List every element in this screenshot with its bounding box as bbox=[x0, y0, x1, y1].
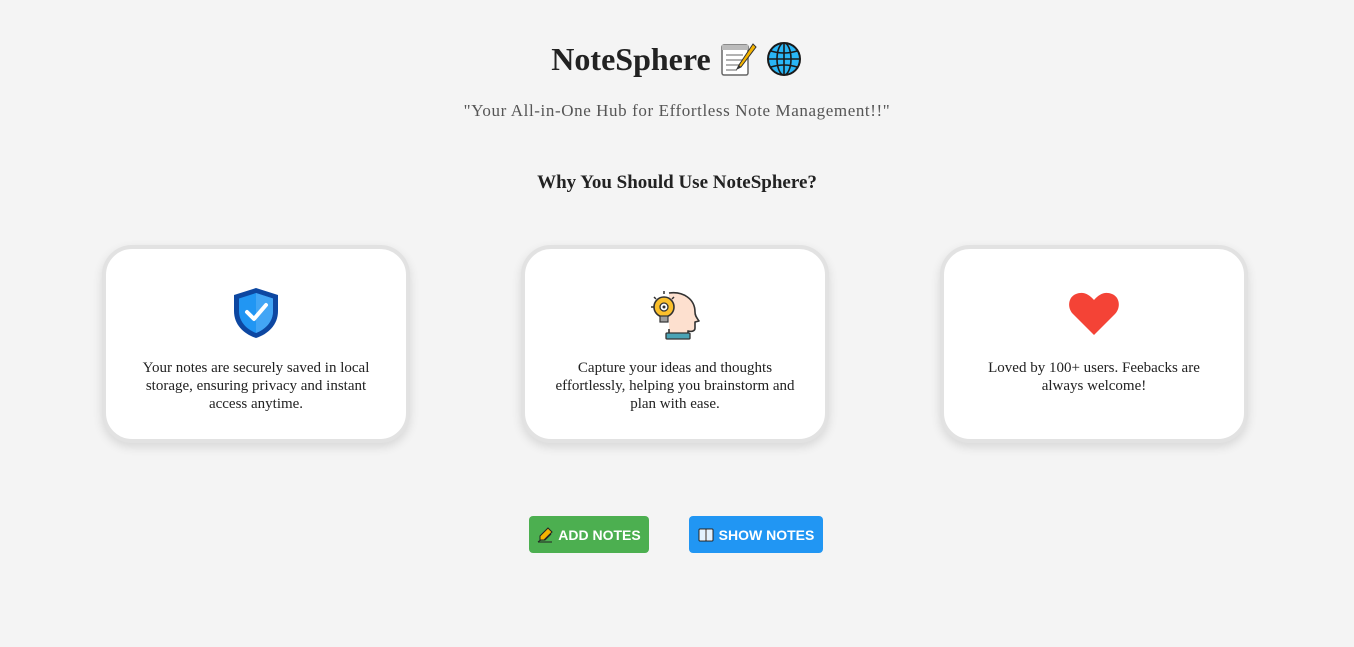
feature-card-text: Your notes are securely saved in local s… bbox=[142, 360, 370, 412]
feature-card-text: Capture your ideas and thoughts effortle… bbox=[555, 360, 795, 412]
open-book-icon bbox=[698, 528, 714, 541]
globe-icon bbox=[766, 42, 801, 76]
title-row: NoteSphere bbox=[0, 40, 1354, 78]
feature-card-security: Your notes are securely saved in local s… bbox=[102, 245, 410, 443]
add-notes-label: ADD NOTES bbox=[558, 526, 641, 543]
feature-card-loved: Loved by 100+ users. Feebacks are always… bbox=[940, 245, 1248, 443]
memo-icon bbox=[720, 43, 757, 76]
show-notes-label: SHOW NOTES bbox=[718, 526, 815, 543]
app-title: NoteSphere bbox=[551, 40, 711, 77]
add-notes-button[interactable]: ADD NOTES bbox=[529, 516, 649, 553]
feature-card-text: Loved by 100+ users. Feebacks are always… bbox=[988, 360, 1200, 394]
tagline: "Your All-in-One Hub for Effortless Note… bbox=[463, 101, 891, 120]
feature-card-ideas: Capture your ideas and thoughts effortle… bbox=[521, 245, 829, 443]
heart-icon bbox=[1069, 292, 1119, 335]
show-notes-button[interactable]: SHOW NOTES bbox=[689, 516, 823, 553]
features-heading: Why You Should Use NoteSphere? bbox=[537, 172, 817, 193]
pencil-writing-icon bbox=[537, 526, 553, 542]
shield-check-icon bbox=[234, 288, 278, 338]
page: NoteSphere "Your All-in-One Hub for Effo… bbox=[0, 0, 1354, 647]
idea-head-icon bbox=[651, 291, 700, 340]
